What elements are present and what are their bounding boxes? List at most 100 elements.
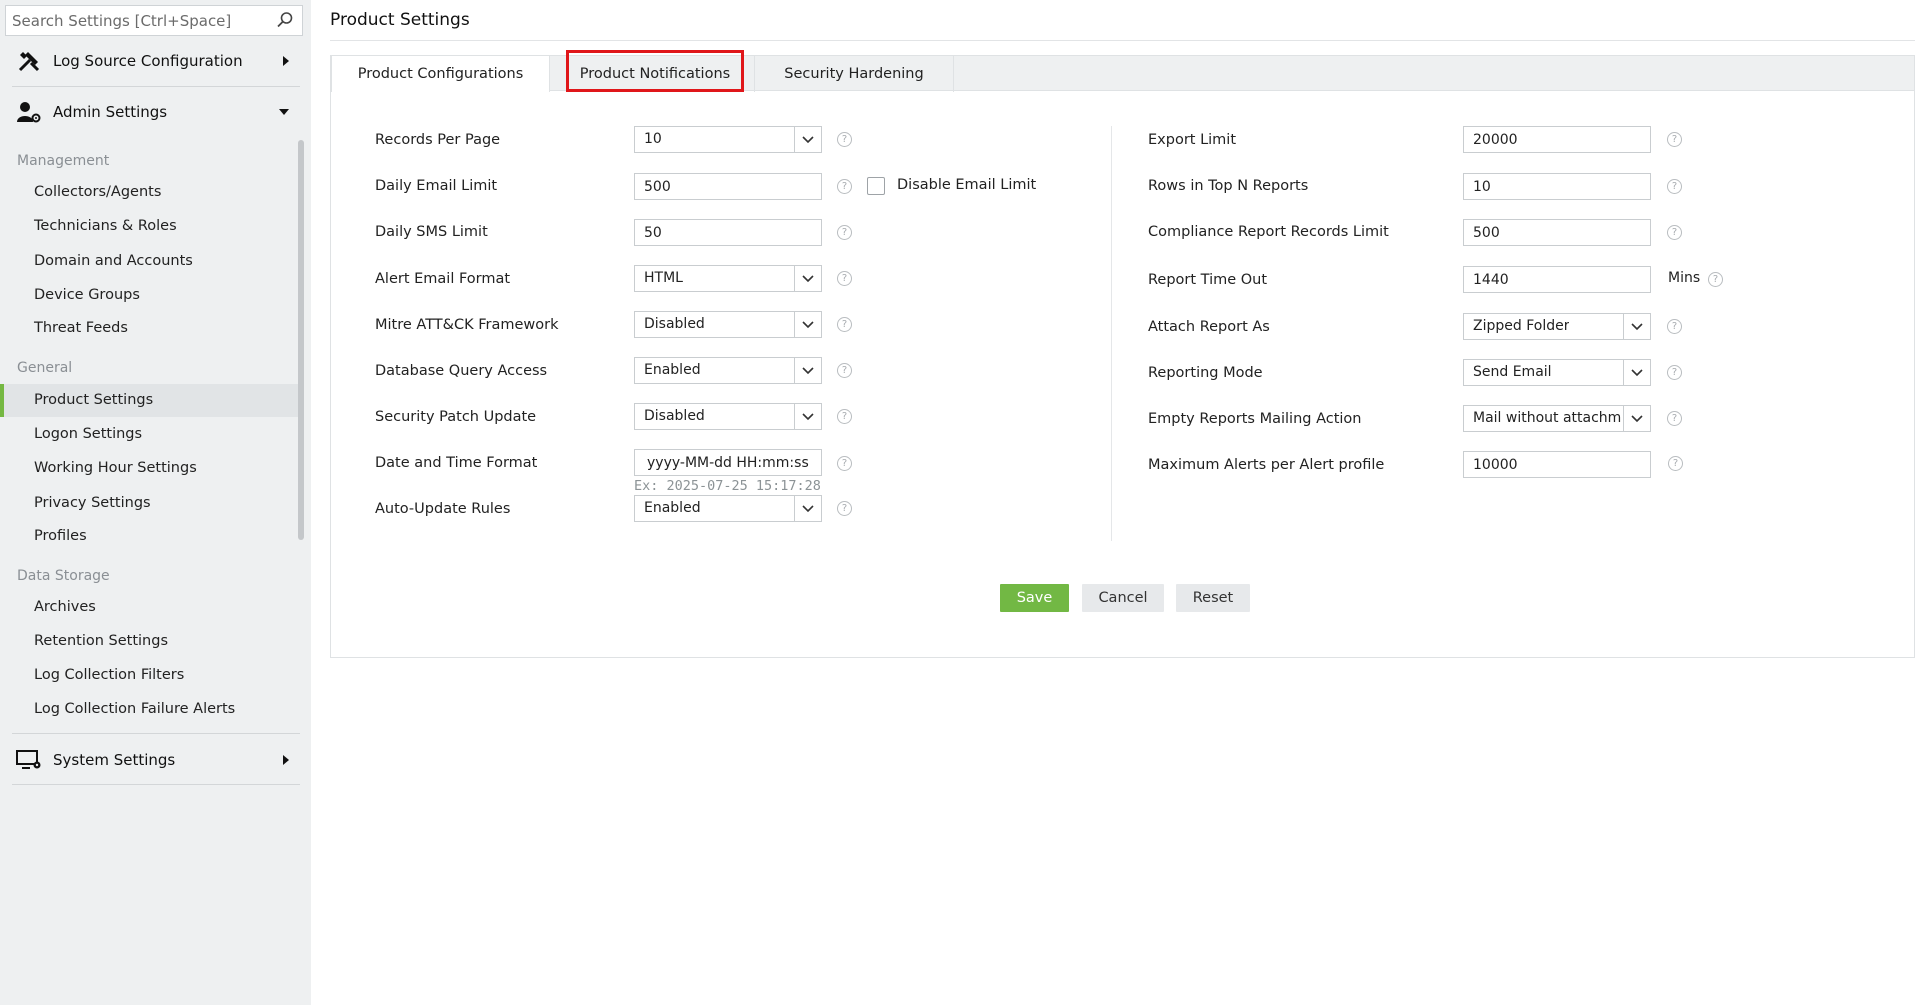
sidebar-group-log-source[interactable]: Log Source Configuration: [0, 36, 303, 86]
search-input[interactable]: [6, 6, 266, 35]
sidebar-item-collectors[interactable]: Collectors/Agents: [0, 176, 303, 209]
help-icon[interactable]: ?: [1708, 272, 1723, 287]
reset-button[interactable]: Reset: [1176, 584, 1250, 612]
select-value: Enabled: [644, 500, 701, 516]
tab-bar: Product Configurations Product Notificat…: [331, 50, 1914, 92]
sidebar-item-log-filters[interactable]: Log Collection Filters: [0, 659, 303, 692]
tab-product-notifications[interactable]: Product Notifications: [566, 50, 744, 92]
select-value: HTML: [644, 270, 683, 286]
sidebar-item-logon-settings[interactable]: Logon Settings: [0, 418, 303, 451]
security-patch-label: Security Patch Update: [375, 409, 537, 425]
sidebar-item-failure-alerts[interactable]: Log Collection Failure Alerts: [0, 693, 303, 726]
daily-sms-limit-input[interactable]: [635, 220, 821, 245]
attach-report-select[interactable]: Zipped Folder: [1463, 313, 1651, 340]
report-timeout-input[interactable]: [1464, 267, 1650, 292]
chevron-down-icon[interactable]: [794, 496, 821, 521]
max-alerts-input[interactable]: [1464, 452, 1650, 477]
chevron-down-icon[interactable]: [1623, 406, 1650, 431]
report-timeout-field[interactable]: [1463, 266, 1651, 293]
max-alerts-field[interactable]: [1463, 451, 1651, 478]
daily-email-limit-field[interactable]: [634, 173, 822, 200]
disable-email-limit-label: Disable Email Limit: [897, 177, 1037, 193]
reporting-mode-select[interactable]: Send Email: [1463, 359, 1651, 386]
mitre-select[interactable]: Disabled: [634, 311, 822, 338]
chevron-down-icon[interactable]: [794, 312, 821, 337]
save-button[interactable]: Save: [1000, 584, 1069, 612]
sidebar-scrollbar[interactable]: [298, 140, 304, 540]
help-icon[interactable]: ?: [837, 317, 852, 332]
help-icon[interactable]: ?: [837, 132, 852, 147]
help-icon[interactable]: ?: [837, 363, 852, 378]
chevron-down-icon[interactable]: [1623, 314, 1650, 339]
report-timeout-label: Report Time Out: [1148, 272, 1268, 288]
search-icon[interactable]: [276, 11, 294, 33]
auto-update-select[interactable]: Enabled: [634, 495, 822, 522]
export-limit-label: Export Limit: [1148, 132, 1237, 148]
rows-top-n-label: Rows in Top N Reports: [1148, 178, 1309, 194]
chevron-down-icon[interactable]: [794, 358, 821, 383]
help-icon[interactable]: ?: [837, 271, 852, 286]
select-value: Enabled: [644, 362, 701, 378]
compliance-limit-input[interactable]: [1464, 220, 1650, 245]
chevron-down-icon[interactable]: [794, 404, 821, 429]
tab-product-configurations[interactable]: Product Configurations: [331, 56, 550, 92]
compliance-limit-label: Compliance Report Records Limit: [1148, 224, 1389, 240]
sidebar-group-admin[interactable]: Admin Settings: [0, 87, 303, 137]
sidebar-group-system[interactable]: System Settings: [0, 735, 303, 785]
chevron-down-icon[interactable]: [1623, 360, 1650, 385]
help-icon[interactable]: ?: [1668, 456, 1683, 471]
sidebar-item-privacy[interactable]: Privacy Settings: [0, 487, 303, 520]
help-icon[interactable]: ?: [837, 409, 852, 424]
help-icon[interactable]: ?: [1667, 179, 1682, 194]
records-per-page-label: Records Per Page: [375, 132, 501, 148]
sidebar-item-profiles[interactable]: Profiles: [0, 520, 303, 553]
db-query-select[interactable]: Enabled: [634, 357, 822, 384]
settings-panel: Product Configurations Product Notificat…: [330, 50, 1915, 658]
export-limit-field[interactable]: [1463, 126, 1651, 153]
select-value: Zipped Folder: [1473, 318, 1570, 334]
security-patch-select[interactable]: Disabled: [634, 403, 822, 430]
alert-email-format-select[interactable]: HTML: [634, 265, 822, 292]
records-per-page-select[interactable]: 10: [634, 126, 822, 153]
help-icon[interactable]: ?: [837, 225, 852, 240]
help-icon[interactable]: ?: [1667, 132, 1682, 147]
select-value: Send Email: [1473, 364, 1552, 380]
sidebar-item-technicians[interactable]: Technicians & Roles: [0, 210, 303, 243]
disable-email-limit-checkbox[interactable]: [867, 177, 885, 195]
tab-security-hardening[interactable]: Security Hardening: [754, 56, 954, 92]
chevron-down-icon[interactable]: [794, 266, 821, 291]
sidebar-item-product-settings[interactable]: Product Settings: [0, 384, 303, 417]
help-icon[interactable]: ?: [837, 456, 852, 471]
daily-sms-limit-field[interactable]: [634, 219, 822, 246]
date-format-field[interactable]: [634, 449, 822, 476]
help-icon[interactable]: ?: [1667, 411, 1682, 426]
date-format-label: Date and Time Format: [375, 455, 538, 471]
rows-top-n-input[interactable]: [1464, 174, 1650, 199]
chevron-down-icon[interactable]: [794, 127, 821, 152]
help-icon[interactable]: ?: [1667, 319, 1682, 334]
help-icon[interactable]: ?: [837, 501, 852, 516]
sidebar-item-working-hour[interactable]: Working Hour Settings: [0, 452, 303, 485]
help-icon[interactable]: ?: [837, 179, 852, 194]
compliance-limit-field[interactable]: [1463, 219, 1651, 246]
user-gear-icon: [16, 99, 42, 125]
help-icon[interactable]: ?: [1667, 365, 1682, 380]
rows-top-n-field[interactable]: [1463, 173, 1651, 200]
db-query-label: Database Query Access: [375, 363, 548, 379]
sidebar-item-retention[interactable]: Retention Settings: [0, 625, 303, 658]
search-box[interactable]: [5, 5, 303, 36]
sidebar-item-threat-feeds[interactable]: Threat Feeds: [0, 312, 303, 345]
sidebar-item-domain[interactable]: Domain and Accounts: [0, 245, 303, 278]
section-label-general: General: [17, 360, 73, 376]
sidebar-item-archives[interactable]: Archives: [0, 591, 303, 624]
cancel-button[interactable]: Cancel: [1082, 584, 1164, 612]
column-divider: [1111, 126, 1112, 541]
empty-reports-select[interactable]: Mail without attachm: [1463, 405, 1651, 432]
daily-sms-limit-label: Daily SMS Limit: [375, 224, 488, 240]
sidebar-item-device-groups[interactable]: Device Groups: [0, 279, 303, 312]
help-icon[interactable]: ?: [1667, 225, 1682, 240]
export-limit-input[interactable]: [1464, 127, 1650, 152]
date-format-input[interactable]: [635, 450, 821, 475]
daily-email-limit-input[interactable]: [635, 174, 821, 199]
mitre-label: Mitre ATT&CK Framework: [375, 317, 559, 333]
